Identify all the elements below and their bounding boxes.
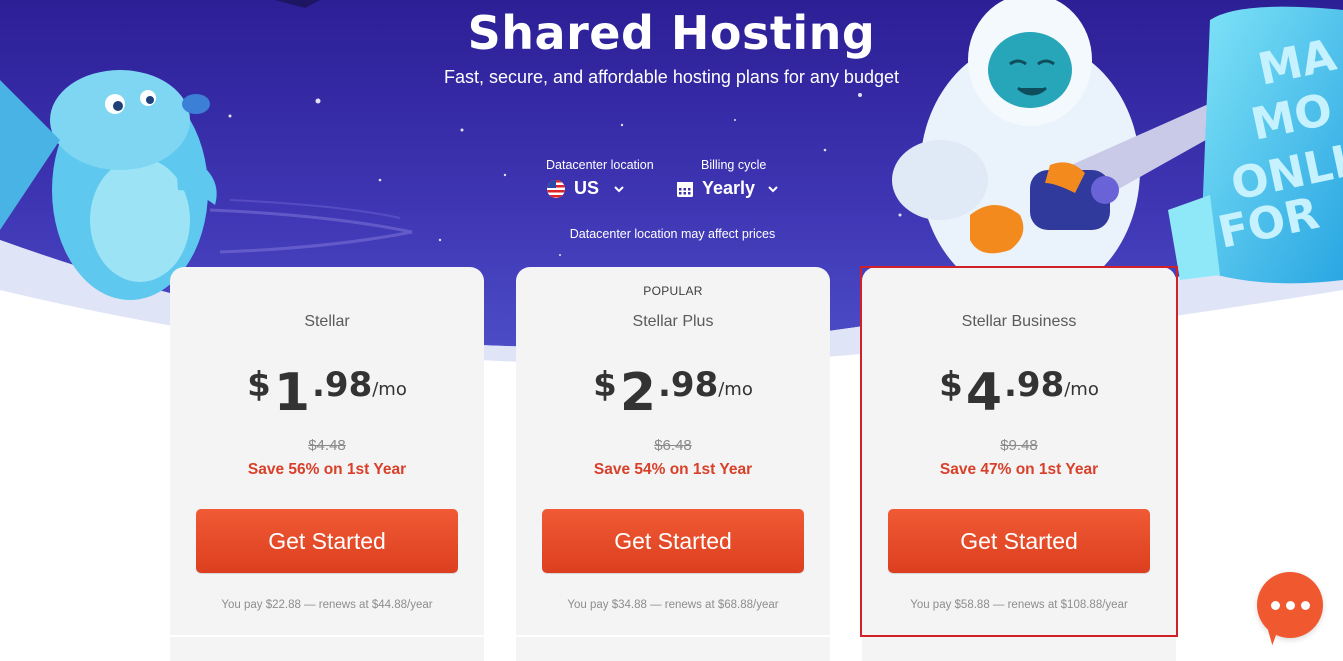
billing-dropdown[interactable]: Yearly [676,178,779,199]
calendar-icon [677,181,693,197]
price-whole: 2 [619,363,656,423]
price-whole: 1 [273,363,310,423]
chat-bubble-icon [1285,600,1295,610]
chevron-down-icon [768,185,778,192]
us-flag-icon [547,179,565,198]
price-currency: $ [939,365,963,405]
chat-button[interactable] [1257,572,1323,646]
price-cents: .98 [658,365,719,405]
get-started-button[interactable]: Get Started [542,509,804,573]
old-price: $9.48 [1000,437,1038,454]
datacenter-label: Datacenter location [546,158,654,172]
billing-label: Billing cycle [701,158,767,172]
plan-card-stellar-business: Stellar Business $ 4 .98 /mo $9.48 Save … [862,267,1176,661]
divider [862,635,1176,637]
save-text: Save 47% on 1st Year [939,461,1099,478]
renew-text: You pay $22.88 — renews at $44.88/year [221,599,433,611]
plan-name: Stellar Business [961,313,1077,330]
plan-card-stellar-plus: POPULAR Stellar Plus $ 2 .98 /mo $6.48 S… [516,267,830,661]
price-currency: $ [247,365,271,405]
get-started-button[interactable]: Get Started [196,509,458,573]
plan-badge: POPULAR [643,284,703,298]
save-text: Save 54% on 1st Year [593,461,753,478]
plan-card-stellar: Stellar $ 1 .98 /mo $4.48 Save 56% on 1s… [170,267,484,661]
plan-name: Stellar Plus [632,313,714,330]
price-period: /mo [372,379,407,400]
datacenter-selector[interactable]: Datacenter location US [546,158,654,199]
renew-text: You pay $58.88 — renews at $108.88/year [910,599,1128,611]
divider [170,635,484,637]
plan-name: Stellar [304,313,350,330]
billing-value: Yearly [702,178,756,198]
old-price: $6.48 [654,437,692,454]
plan-price: $ 1 .98 /mo [170,359,484,423]
price-cents: .98 [1004,365,1065,405]
save-text: Save 56% on 1st Year [247,461,407,478]
price-period: /mo [1064,379,1099,400]
price-cents: .98 [312,365,373,405]
chevron-down-icon [614,185,624,192]
price-whole: 4 [965,363,1002,423]
divider [516,635,830,637]
old-price: $4.48 [308,437,346,454]
renew-text: You pay $34.88 — renews at $68.88/year [567,599,779,611]
datacenter-note: Datacenter location may affect prices [569,227,776,241]
page-subtitle: Fast, secure, and affordable hosting pla… [444,67,899,87]
datacenter-value: US [574,178,600,198]
page-title: Shared Hosting [467,6,876,60]
plan-price: $ 2 .98 /mo [516,359,830,423]
chat-bubble-icon [1300,600,1310,610]
datacenter-dropdown[interactable]: US [546,178,654,199]
price-period: /mo [718,379,753,400]
plan-price: $ 4 .98 /mo [862,359,1176,423]
chat-bubble-icon [1270,600,1280,610]
price-currency: $ [593,365,617,405]
billing-selector[interactable]: Billing cycle Yearly [676,158,779,199]
get-started-button[interactable]: Get Started [888,509,1150,573]
